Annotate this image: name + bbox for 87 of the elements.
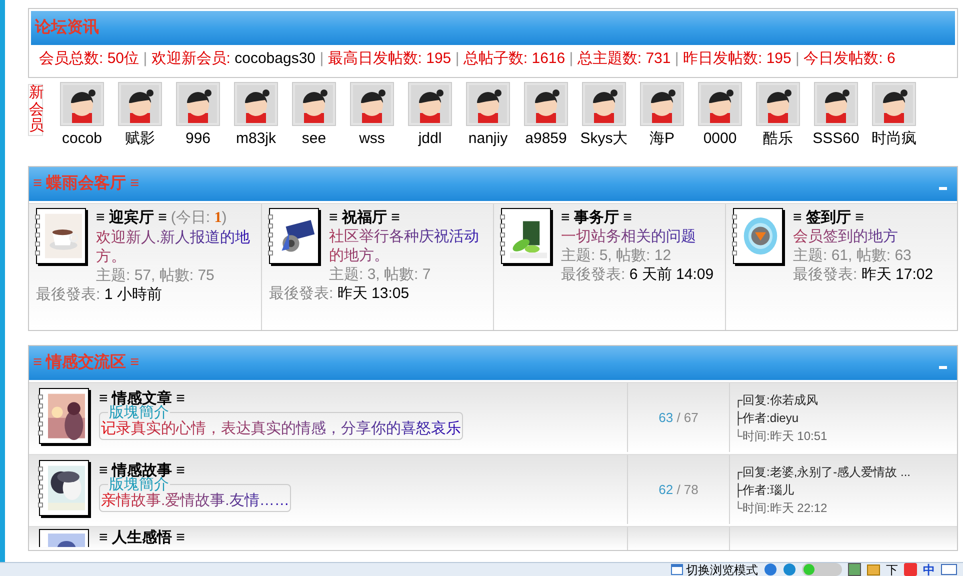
person-silhouette-icon (411, 85, 449, 123)
intro-legend: 版塊簡介 (108, 405, 170, 420)
member-name[interactable]: nanjiy (468, 130, 508, 148)
forum-title[interactable]: ≡ 事务厅 ≡ (561, 209, 632, 226)
intro-legend: 版塊簡介 (108, 477, 170, 492)
forum-title[interactable]: ≡ 祝福厅 ≡ (329, 209, 400, 226)
avatar[interactable] (234, 82, 278, 126)
avatar[interactable] (582, 82, 626, 126)
member-name[interactable]: 0000 (703, 130, 737, 148)
avatar[interactable] (60, 82, 104, 126)
person-silhouette-icon (817, 85, 855, 123)
input-method-icon (904, 563, 917, 576)
keyboard-icon (941, 564, 957, 575)
section-title: 论坛资讯 (35, 18, 99, 38)
person-silhouette-icon (179, 85, 217, 123)
person-silhouette-icon (121, 85, 159, 123)
last-time-text: └时间:昨天 10:51 (734, 428, 828, 444)
member-name[interactable]: 时尚疯 (872, 130, 916, 148)
avatar[interactable] (292, 82, 336, 126)
forum-stats: 主题: 57, 帖數: 75 (95, 266, 216, 285)
person-silhouette-icon (469, 85, 507, 123)
image-icon (848, 563, 861, 576)
last-post: 最後發表: 昨天 17:02 (793, 266, 934, 283)
last-author-text: ├作者:瑙儿 (734, 482, 795, 498)
browse-mode-toggle[interactable]: 切换浏览模式 (686, 563, 758, 576)
person-silhouette-icon (63, 85, 101, 123)
member-name[interactable]: SSS60 (812, 130, 860, 148)
toggle-icon (802, 563, 842, 576)
today-count: (今日: 1) (170, 209, 227, 226)
topic-post-count: 62 / 78 (658, 480, 698, 499)
member-name[interactable]: m83jk (236, 130, 276, 148)
window-icon (671, 564, 683, 575)
person-silhouette-icon (585, 85, 623, 123)
forum-title[interactable]: ≡ 迎宾厅 ≡ (96, 209, 167, 226)
member-name[interactable]: cocob (62, 130, 102, 148)
last-post: 最後發表: 6 天前 14:09 (561, 266, 714, 283)
forum-description: 记录真实的心情，表达真实的情感，分享你的喜怒哀乐 (100, 420, 462, 438)
forum-stats: 主题: 3, 帖數: 7 (328, 265, 432, 284)
avatar[interactable] (872, 82, 916, 126)
download-label[interactable]: 下 (886, 563, 898, 576)
member-name[interactable]: 酷乐 (763, 130, 793, 148)
avatar[interactable] (350, 82, 394, 126)
forum-stats: 主题: 5, 帖數: 12 (560, 246, 672, 265)
last-post: 最後發表: 1 小時前 (36, 286, 162, 303)
avatar[interactable] (640, 82, 684, 126)
new-members-label: 新会员 (28, 84, 43, 136)
collapse-icon[interactable] (939, 366, 947, 368)
person-silhouette-icon (295, 85, 333, 123)
ime-mode-label[interactable]: 中 (923, 563, 935, 576)
forum-title[interactable]: ≡ 签到厅 ≡ (793, 209, 864, 226)
member-name[interactable]: see (302, 130, 326, 148)
folder-icon (867, 563, 880, 576)
person-silhouette-icon (701, 85, 739, 123)
person-silhouette-icon (353, 85, 391, 123)
member-name[interactable]: jddl (418, 130, 442, 148)
member-name[interactable]: 996 (185, 130, 211, 148)
avatar[interactable] (408, 82, 452, 126)
member-name[interactable]: a9859 (525, 130, 567, 148)
forum-title[interactable]: ≡ 人生感悟 ≡ (99, 529, 185, 547)
avatar[interactable] (814, 82, 858, 126)
last-post: 最後發表: 昨天 13:05 (269, 285, 410, 302)
person-silhouette-icon (875, 85, 913, 123)
person-silhouette-icon (527, 85, 565, 123)
member-name[interactable]: 赋影 (125, 130, 155, 148)
person-silhouette-icon (759, 85, 797, 123)
section-title: ≡ 蝶雨会客厅 ≡ (33, 173, 140, 194)
member-name[interactable]: Skys大 (580, 130, 628, 148)
person-silhouette-icon (237, 85, 275, 123)
avatar[interactable] (756, 82, 800, 126)
avatar[interactable] (466, 82, 510, 126)
member-name[interactable]: wss (359, 130, 385, 148)
forum-stats: 主题: 61, 帖數: 63 (792, 246, 912, 265)
last-reply-text: ┌回复:你若成风 (734, 392, 819, 408)
avatar[interactable] (118, 82, 162, 126)
topic-post-count: 63 / 67 (658, 408, 698, 427)
last-reply-text: ┌回复:老婆,永别了-感人爱情故 ... (734, 464, 912, 480)
forum-description: 亲情故事.爱情故事.友情…… (100, 492, 290, 510)
member-name[interactable]: 海P (649, 130, 674, 148)
avatar[interactable] (698, 82, 742, 126)
forum-stats-text: 会员总数: 50位 | 欢迎新会员: cocobags30 | 最高日发帖数: 195 | 总帖子数: 1616 | 总主題数: 731 | 昨日发帖数: 195 | 今日发帖数: 6 (38, 49, 896, 69)
avatar[interactable] (176, 82, 220, 126)
section-title: ≡ 情感交流区 ≡ (33, 352, 140, 373)
person-silhouette-icon (643, 85, 681, 123)
collapse-icon[interactable] (939, 186, 947, 190)
last-author-text: ├作者:dieyu (734, 410, 800, 426)
avatar[interactable] (524, 82, 568, 126)
last-time-text: └时间:昨天 22:12 (734, 500, 828, 516)
